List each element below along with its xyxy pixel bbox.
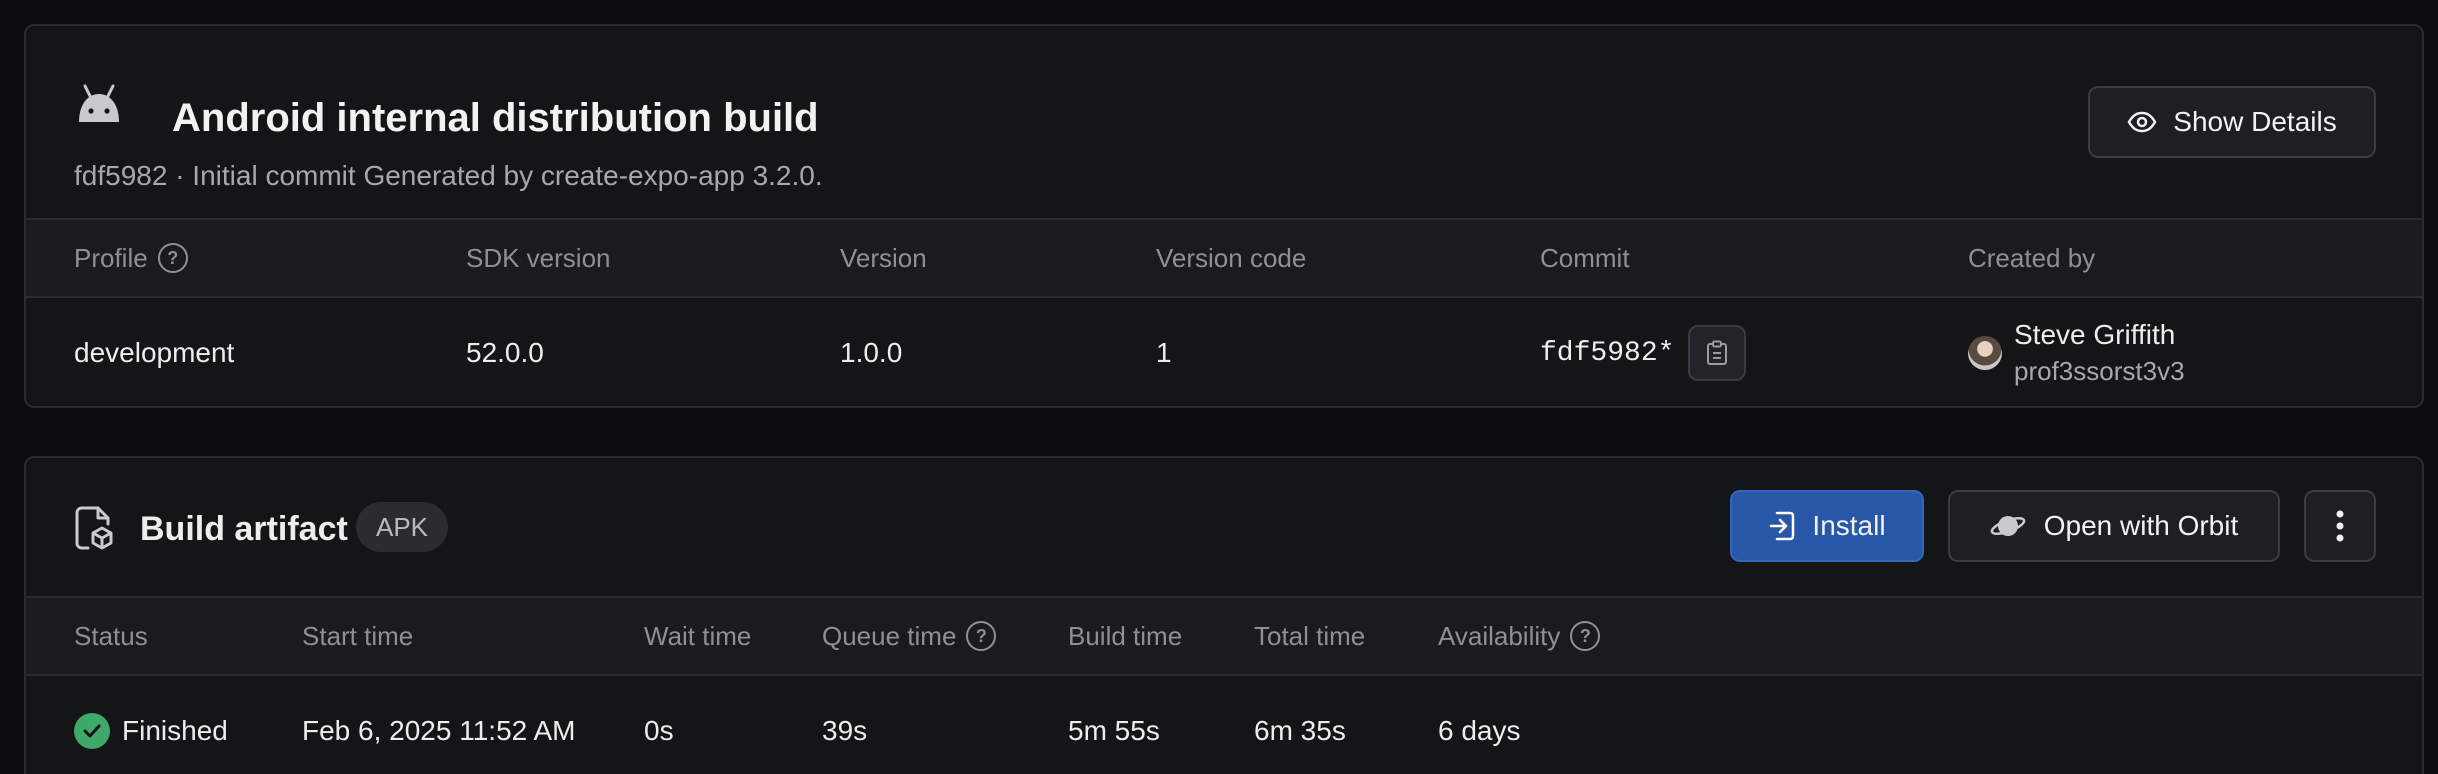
help-circle-icon[interactable]: ? <box>966 621 997 651</box>
creator-info: Steve Griffith prof3ssorst3v3 <box>2014 317 2185 389</box>
check-circle-icon <box>74 713 110 749</box>
column-availability-label: Availability <box>1438 620 1561 651</box>
availability-value: 6 days <box>1438 715 1521 746</box>
more-vertical-icon <box>2336 510 2344 542</box>
queue-time-value: 39s <box>822 715 868 746</box>
column-wait-time: Wait time <box>644 620 752 651</box>
version-code-value: 1 <box>1156 337 1172 368</box>
column-queue-time: Queue time ? <box>822 598 997 674</box>
column-queue-time-label: Queue time <box>822 620 957 651</box>
help-circle-icon[interactable]: ? <box>1570 621 1601 651</box>
clipboard-icon <box>1707 340 1728 365</box>
wait-time-value: 0s <box>644 715 674 746</box>
commit-hash[interactable]: fdf5982* <box>1540 338 1674 369</box>
help-circle-icon[interactable]: ? <box>157 243 188 273</box>
column-sdk-version: SDK version <box>466 242 611 273</box>
build-table-row: development 52.0.0 1.0.0 1 fdf5982* Stev… <box>26 298 2422 406</box>
column-profile: Profile ? <box>74 220 188 296</box>
version-value: 1.0.0 <box>840 337 903 368</box>
column-commit: Commit <box>1540 242 1630 273</box>
artifact-table-header: Status Start time Wait time Queue time ?… <box>26 596 2422 676</box>
column-status: Status <box>74 620 148 651</box>
creator-username: prof3ssorst3v3 <box>2014 356 2185 386</box>
creator-name[interactable]: Steve Griffith <box>2014 317 2185 353</box>
show-details-label: Show Details <box>2173 106 2337 137</box>
created-by-cell: Steve Griffith prof3ssorst3v3 <box>1968 298 2185 406</box>
build-artifact-card: Build artifact APK Install Open with Orb… <box>24 456 2424 774</box>
column-total-time: Total time <box>1254 620 1366 651</box>
file-box-icon <box>75 506 113 550</box>
build-header: Android internal distribution build fdf5… <box>26 26 2422 218</box>
status-cell: Finished <box>74 676 228 774</box>
start-time-value: Feb 6, 2025 11:52 AM <box>302 715 576 746</box>
artifact-type-badge: APK <box>356 502 449 552</box>
android-icon <box>79 84 119 122</box>
open-with-orbit-button[interactable]: Open with Orbit <box>1948 490 2280 562</box>
total-time-value: 6m 35s <box>1254 715 1346 746</box>
artifact-table-row: Finished Feb 6, 2025 11:52 AM 0s 39s 5m … <box>26 676 2422 774</box>
artifact-header: Build artifact APK Install Open with Orb… <box>26 458 2422 596</box>
column-build-time: Build time <box>1068 620 1183 651</box>
column-version-code: Version code <box>1156 242 1307 273</box>
more-options-button[interactable] <box>2304 490 2376 562</box>
open-with-orbit-label: Open with Orbit <box>2043 510 2239 541</box>
column-created-by: Created by <box>1968 242 2096 273</box>
build-subtitle: fdf5982 · Initial commit Generated by cr… <box>74 160 823 191</box>
install-label: Install <box>1812 510 1886 541</box>
sdk-version-value: 52.0.0 <box>466 337 544 368</box>
install-button[interactable]: Install <box>1730 490 1924 562</box>
artifact-title: Build artifact <box>140 510 348 548</box>
profile-value: development <box>74 337 235 368</box>
copy-commit-button[interactable] <box>1688 325 1747 381</box>
commit-cell: fdf5982* <box>1540 298 1747 406</box>
column-profile-label: Profile <box>74 242 148 273</box>
build-title: Android internal distribution build <box>172 96 819 140</box>
column-start-time: Start time <box>302 620 414 651</box>
planet-icon <box>1990 516 2026 536</box>
eye-icon <box>2127 111 2157 133</box>
install-icon <box>1770 511 1795 541</box>
column-version: Version <box>840 242 927 273</box>
build-time-value: 5m 55s <box>1068 715 1160 746</box>
status-value: Finished <box>122 715 228 746</box>
build-table-header: Profile ? SDK version Version Version co… <box>26 218 2422 298</box>
show-details-button[interactable]: Show Details <box>2088 86 2376 158</box>
avatar[interactable] <box>1968 336 2002 370</box>
column-availability: Availability ? <box>1438 598 1601 674</box>
build-summary-card: Android internal distribution build fdf5… <box>24 24 2424 408</box>
